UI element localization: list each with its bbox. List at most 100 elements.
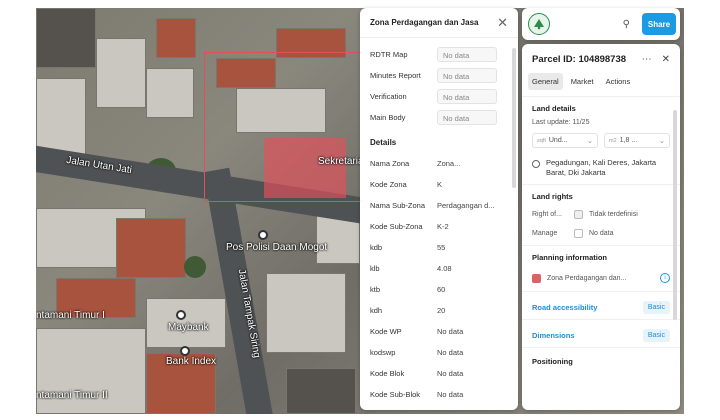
detail-label: Nama Zona xyxy=(370,159,410,168)
detail-value: Perdagangan d... xyxy=(437,201,495,210)
detail-value: 55 xyxy=(437,243,446,252)
manage-checkbox[interactable] xyxy=(574,229,583,239)
zone-row-value: No data xyxy=(437,68,497,83)
detail-row: Kode WP No data xyxy=(360,321,518,342)
detail-row: Kode Blok No data xyxy=(360,363,518,384)
map-building xyxy=(36,328,146,414)
bank-icon[interactable] xyxy=(180,346,190,356)
top-toolbar: ⚲ Share xyxy=(522,8,680,40)
detail-row: kdh 20 xyxy=(360,300,518,321)
zone-row: Verification No data xyxy=(360,86,518,107)
detail-value: 4.08 xyxy=(437,264,452,273)
map-building xyxy=(96,38,146,108)
details-heading: Details xyxy=(370,138,397,147)
poi-label: Pos Polisi Daan Mogot xyxy=(226,242,328,253)
tab-market[interactable]: Market xyxy=(567,73,598,90)
zone-row-label: Main Body xyxy=(370,113,406,122)
positioning-heading: Positioning xyxy=(522,347,680,369)
zone-row-value: No data xyxy=(437,47,497,62)
police-icon[interactable] xyxy=(258,230,268,240)
poi-label: Maybank xyxy=(168,322,209,333)
parcel-highlight[interactable] xyxy=(264,138,346,198)
last-update-text: Last update: 11/25 xyxy=(532,119,590,126)
area-unit: m2 xyxy=(609,137,617,144)
road-access-row[interactable]: Road accessibility Basic xyxy=(522,291,680,319)
zone-details-panel: Zona Perdagangan dan Jasa ✕ RDTR Map No d… xyxy=(360,8,518,410)
translate-icon[interactable]: ⚲ xyxy=(623,19,630,30)
map-building xyxy=(156,18,196,58)
map-building xyxy=(36,8,96,68)
map-building xyxy=(146,68,194,118)
planning-zone-text: Zona Perdagangan dan... xyxy=(547,274,627,282)
bank-icon[interactable] xyxy=(176,310,186,320)
manage-row: Manage No data xyxy=(522,222,680,245)
zone-row-value: No data xyxy=(437,110,497,125)
detail-value: 20 xyxy=(437,306,446,315)
detail-row: Kode Zona K xyxy=(360,174,518,195)
detail-value: Zona... xyxy=(437,159,461,168)
road-access-link[interactable]: Road accessibility xyxy=(532,303,597,312)
tab-general[interactable]: General xyxy=(528,73,563,90)
zone-row: RDTR Map No data xyxy=(360,44,518,65)
chevron-down-icon: ⌄ xyxy=(659,137,665,145)
area-m2-field[interactable]: m2 1,8 ... ⌄ xyxy=(604,133,670,148)
parcel-title: Parcel ID: 104898738 xyxy=(532,54,627,65)
detail-label: Kode Sub-Zona xyxy=(370,222,423,231)
street-label: ntamani Timur II xyxy=(36,390,108,401)
planning-zone-row[interactable]: Zona Perdagangan dan... i xyxy=(522,265,680,291)
area-value: 1,8 ... xyxy=(619,137,638,144)
parcel-panel-scrollbar[interactable] xyxy=(673,110,677,320)
zone-panel-scrollbar[interactable] xyxy=(512,48,516,188)
map-building xyxy=(116,218,186,278)
map-building xyxy=(286,368,356,414)
close-icon[interactable]: ✕ xyxy=(662,54,670,65)
more-icon[interactable]: ⋯ xyxy=(642,54,652,65)
parcel-address: Pegadungan, Kali Deres, Jakarta Barat, D… xyxy=(522,152,680,184)
info-icon[interactable]: i xyxy=(660,273,670,284)
detail-value: No data xyxy=(437,348,464,357)
dimensions-link[interactable]: Dimensions xyxy=(532,331,575,340)
close-icon[interactable]: ✕ xyxy=(497,16,508,29)
detail-label: Nama Sub-Zona xyxy=(370,201,426,210)
detail-row: Nama Sub-Zona Perdagangan d... xyxy=(360,195,518,216)
detail-row: Nama Zona Zona... xyxy=(360,153,518,174)
zone-color-swatch xyxy=(532,273,541,283)
zone-row-label: Minutes Report xyxy=(370,71,421,80)
app-logo-icon[interactable] xyxy=(528,13,550,35)
detail-value: No data xyxy=(437,390,464,399)
right-of-row: Right of... Tidak terdefinisi xyxy=(522,204,680,222)
area-value: Und... xyxy=(548,137,568,144)
land-rights-heading: Land rights xyxy=(522,184,680,204)
location-pin-icon xyxy=(532,160,540,168)
land-details-heading: Land details xyxy=(522,96,680,116)
manage-label: Manage xyxy=(532,230,558,238)
share-button[interactable]: Share xyxy=(642,13,676,35)
dimensions-row[interactable]: Dimensions Basic xyxy=(522,319,680,347)
manage-value: No data xyxy=(589,230,614,238)
area-inputs: sqft Und... ⌄ m2 1,8 ... ⌄ xyxy=(522,129,680,152)
right-of-checkbox[interactable] xyxy=(574,210,583,220)
detail-label: Kode Blok xyxy=(370,369,405,378)
area-sqft-field[interactable]: sqft Und... ⌄ xyxy=(532,133,598,148)
poi-label: Bank Index xyxy=(166,356,217,367)
detail-label: kdh xyxy=(370,306,383,315)
tab-actions[interactable]: Actions xyxy=(602,73,635,90)
zone-panel-header: Zona Perdagangan dan Jasa ✕ xyxy=(360,8,518,38)
detail-row: Kode Sub-Zona K-2 xyxy=(360,216,518,237)
parcel-panel: Parcel ID: 104898738 ⋯ ✕ General Market … xyxy=(522,44,680,410)
detail-label: kdb xyxy=(370,243,383,252)
parcel-tabs: General Market Actions xyxy=(522,69,680,96)
detail-row: kdb 55 xyxy=(360,237,518,258)
detail-value: K xyxy=(437,180,443,189)
detail-value: No data xyxy=(437,327,464,336)
detail-value: 60 xyxy=(437,285,446,294)
detail-value: No data xyxy=(437,369,464,378)
detail-row: Kode Sub-Blok No data xyxy=(360,384,518,405)
map-building xyxy=(266,273,346,353)
planning-heading: Planning information xyxy=(522,245,680,265)
area-unit: sqft xyxy=(537,137,546,144)
detail-label: klb xyxy=(370,264,380,273)
dimensions-badge: Basic xyxy=(642,329,670,343)
detail-label: ktb xyxy=(370,285,381,294)
zone-row-label: RDTR Map xyxy=(370,50,408,59)
